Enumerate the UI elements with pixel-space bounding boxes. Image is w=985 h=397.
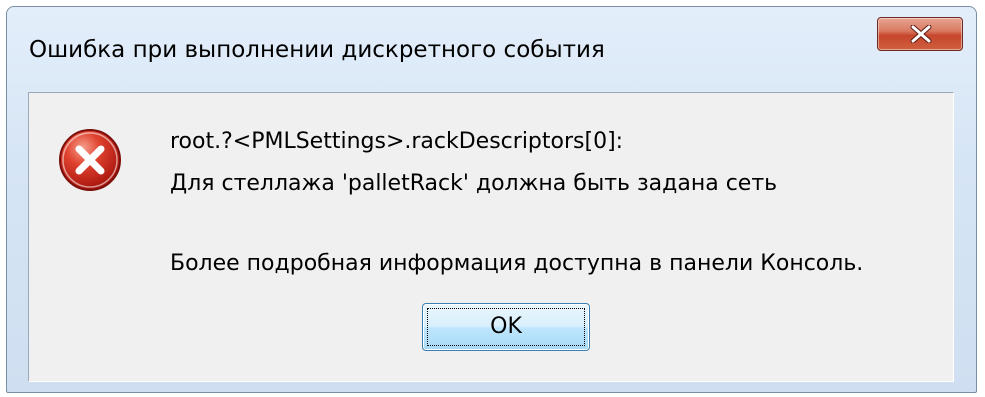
error-message-text: Для стеллажа 'palletRack' должна быть за…: [170, 171, 778, 196]
error-path-text: root.?<PMLSettings>.rackDescriptors[0]:: [170, 129, 624, 154]
dialog-body: root.?<PMLSettings>.rackDescriptors[0]: …: [28, 92, 954, 382]
dialog-title: Ошибка при выполнении дискретного событи…: [29, 37, 605, 63]
close-icon: [910, 25, 932, 43]
console-hint-text: Более подробная информация доступна в па…: [170, 251, 864, 276]
ok-button[interactable]: OK: [422, 303, 590, 351]
error-dialog: Ошибка при выполнении дискретного событи…: [6, 6, 977, 393]
close-button[interactable]: [877, 17, 963, 51]
ok-button-label: OK: [490, 314, 522, 339]
error-icon: [59, 129, 121, 191]
